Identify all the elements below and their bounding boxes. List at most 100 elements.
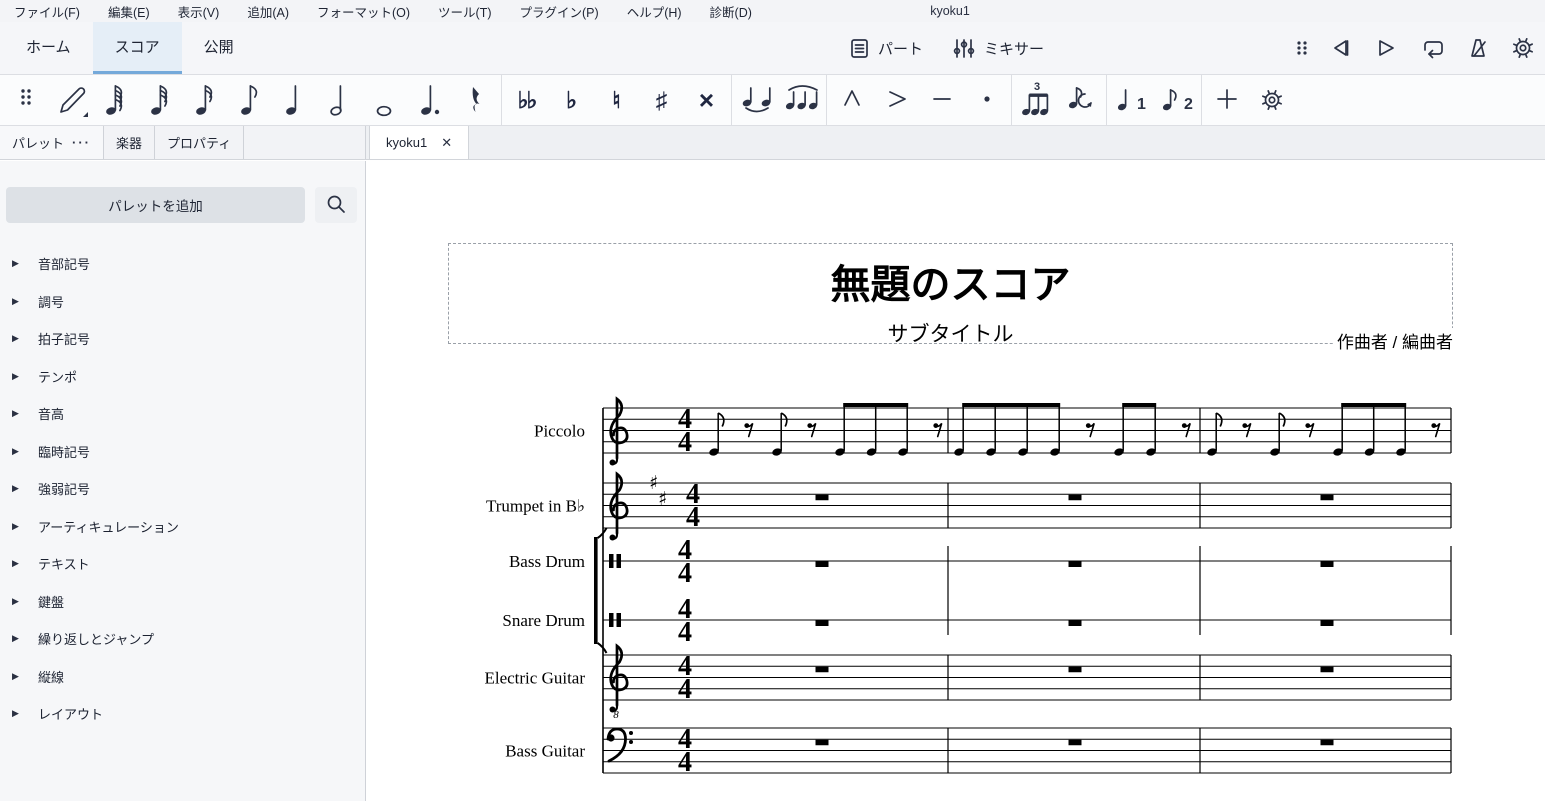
svg-text:Trumpet in B♭: Trumpet in B♭	[486, 497, 585, 516]
svg-text:4: 4	[678, 427, 692, 458]
svg-text:2: 2	[1184, 96, 1193, 113]
svg-text:4: 4	[686, 502, 700, 533]
close-icon[interactable]: ✕	[441, 135, 452, 151]
accent-button[interactable]	[874, 78, 919, 122]
document-tab-bar: kyoku1 ✕	[366, 126, 1545, 159]
tenuto-button[interactable]	[919, 78, 964, 122]
workspace-tab-スコア[interactable]: スコア	[92, 22, 182, 74]
note-16th-button[interactable]	[184, 78, 229, 122]
expand-arrow-icon: ▶	[12, 445, 19, 456]
voice-2-icon: 2	[1162, 89, 1193, 113]
note-half-icon	[329, 85, 342, 116]
workspace-tab-公開[interactable]: 公開	[182, 22, 256, 74]
palette-category[interactable]: ▶ 音部記号	[0, 245, 365, 283]
palette-category[interactable]: ▶ 強弱記号	[0, 470, 365, 508]
palette-category[interactable]: ▶ 音高	[0, 395, 365, 433]
voice-1-icon: 1	[1117, 89, 1146, 113]
flat-icon: ♭	[566, 86, 577, 113]
flat-button[interactable]: ♭	[549, 78, 594, 122]
note-input-button[interactable]	[49, 78, 94, 122]
toolbar-separator	[826, 74, 827, 126]
voice-2-button[interactable]: 2	[1154, 78, 1199, 122]
palette-category-label: 音部記号	[38, 257, 91, 273]
note-half-button[interactable]	[319, 78, 364, 122]
palette-category[interactable]: ▶ テンポ	[0, 358, 365, 396]
palette-category[interactable]: ▶ 縦線	[0, 658, 365, 696]
augmentation-dot-icon	[420, 85, 439, 115]
staccato-button[interactable]	[964, 78, 1009, 122]
parts-button[interactable]: パート	[850, 38, 923, 59]
double-sharp-button[interactable]: ×	[684, 78, 729, 122]
slur-button[interactable]	[779, 78, 824, 122]
parts-icon	[850, 38, 869, 59]
drag-handle-button[interactable]	[4, 78, 49, 122]
marcato-icon	[843, 90, 860, 106]
panel-tab-プロパティ[interactable]: プロパティ	[155, 126, 245, 159]
document-tab[interactable]: kyoku1 ✕	[369, 126, 470, 159]
palette-category-label: 調号	[38, 294, 65, 310]
drag-handle-icon[interactable]	[1296, 39, 1308, 57]
menu-item[interactable]: ファイル(F)	[0, 0, 94, 22]
metronome-icon[interactable]	[1466, 37, 1490, 59]
augmentation-dot-button[interactable]	[409, 78, 454, 122]
panel-tabs: パレット ··· 楽器 プロパティ	[0, 126, 366, 159]
add-palette-button[interactable]: パレットを追加	[6, 187, 305, 223]
natural-button[interactable]: ♮	[594, 78, 639, 122]
note-32nd-button[interactable]	[139, 78, 184, 122]
palette-category[interactable]: ▶ 繰り返しとジャンプ	[0, 620, 365, 658]
expand-arrow-icon: ▶	[12, 595, 19, 606]
marcato-button[interactable]	[829, 78, 874, 122]
more-options-icon[interactable]: ···	[72, 135, 91, 150]
menu-item[interactable]: 編集(E)	[94, 0, 164, 22]
loop-icon[interactable]	[1419, 36, 1445, 60]
voice-1-button[interactable]: 1	[1109, 78, 1154, 122]
customize-button[interactable]	[1249, 78, 1294, 122]
note-whole-button[interactable]	[364, 78, 409, 122]
playback-settings-gear-icon[interactable]	[1511, 36, 1535, 60]
palette-category-label: 臨時記号	[38, 444, 91, 460]
palette-category-label: 強弱記号	[38, 482, 91, 498]
tuplet-icon: 3	[1021, 81, 1048, 116]
drag-handle-icon	[20, 89, 31, 105]
palettes-panel: パレットを追加 ▶ 音部記号 ▶ 調号 ▶ 拍子記号 ▶ テンポ ▶ 音高 ▶ 臨時記号 ▶ 強弱記号 ▶ ア…	[0, 161, 366, 801]
panel-tab-パレット[interactable]: パレット ···	[0, 126, 105, 159]
workspace-tab-ホーム[interactable]: ホーム	[4, 22, 93, 74]
natural-icon: ♮	[612, 86, 621, 113]
palette-category[interactable]: ▶ 拍子記号	[0, 320, 365, 358]
panel-tab-楽器[interactable]: 楽器	[104, 126, 156, 159]
palette-category[interactable]: ▶ 調号	[0, 283, 365, 321]
music-system[interactable]: Piccolo 4 4 Trumpet in B♭ ♯♯ 4 4 Bass Drum 4 4 Sna…	[367, 161, 1545, 801]
rewind-icon[interactable]	[1329, 37, 1353, 59]
menu-item[interactable]: 追加(A)	[233, 0, 303, 22]
mixer-button[interactable]: ミキサー	[953, 38, 1044, 59]
note-quarter-button[interactable]	[274, 78, 319, 122]
score-canvas[interactable]: 無題のスコア サブタイトル 作曲者 / 編曲者 Piccolo 4 4 Trumpet…	[367, 161, 1545, 801]
menu-item[interactable]: 表示(V)	[164, 0, 234, 22]
tuplet-button[interactable]: 3	[1014, 78, 1059, 122]
palette-category[interactable]: ▶ テキスト	[0, 545, 365, 583]
double-flat-icon: ♭♭	[517, 86, 538, 113]
palette-category[interactable]: ▶ レイアウト	[0, 695, 365, 733]
flip-direction-button[interactable]	[1059, 78, 1104, 122]
double-flat-button[interactable]: ♭♭	[504, 78, 549, 122]
add-button[interactable]	[1204, 78, 1249, 122]
palette-category[interactable]: ▶ 鍵盤	[0, 583, 365, 621]
palette-search-button[interactable]	[315, 187, 357, 223]
sharp-button[interactable]: ♯	[639, 78, 684, 122]
svg-text:Piccolo: Piccolo	[534, 422, 585, 441]
play-icon[interactable]	[1374, 37, 1398, 59]
palette-category-label: テキスト	[38, 557, 90, 573]
svg-text:♯: ♯	[658, 488, 667, 510]
note-input-icon	[59, 87, 88, 117]
note-64th-button[interactable]	[94, 78, 139, 122]
note-quarter-icon	[285, 85, 296, 115]
tie-button[interactable]	[734, 78, 779, 122]
palette-category[interactable]: ▶ 臨時記号	[0, 433, 365, 471]
expand-arrow-icon: ▶	[12, 370, 19, 381]
panel-tab-label: プロパティ	[167, 136, 232, 151]
palette-category[interactable]: ▶ アーティキュレーション	[0, 508, 365, 546]
expand-arrow-icon: ▶	[12, 483, 19, 494]
rest-button[interactable]	[454, 78, 499, 122]
note-32nd-icon	[150, 85, 167, 115]
note-8th-button[interactable]	[229, 78, 274, 122]
